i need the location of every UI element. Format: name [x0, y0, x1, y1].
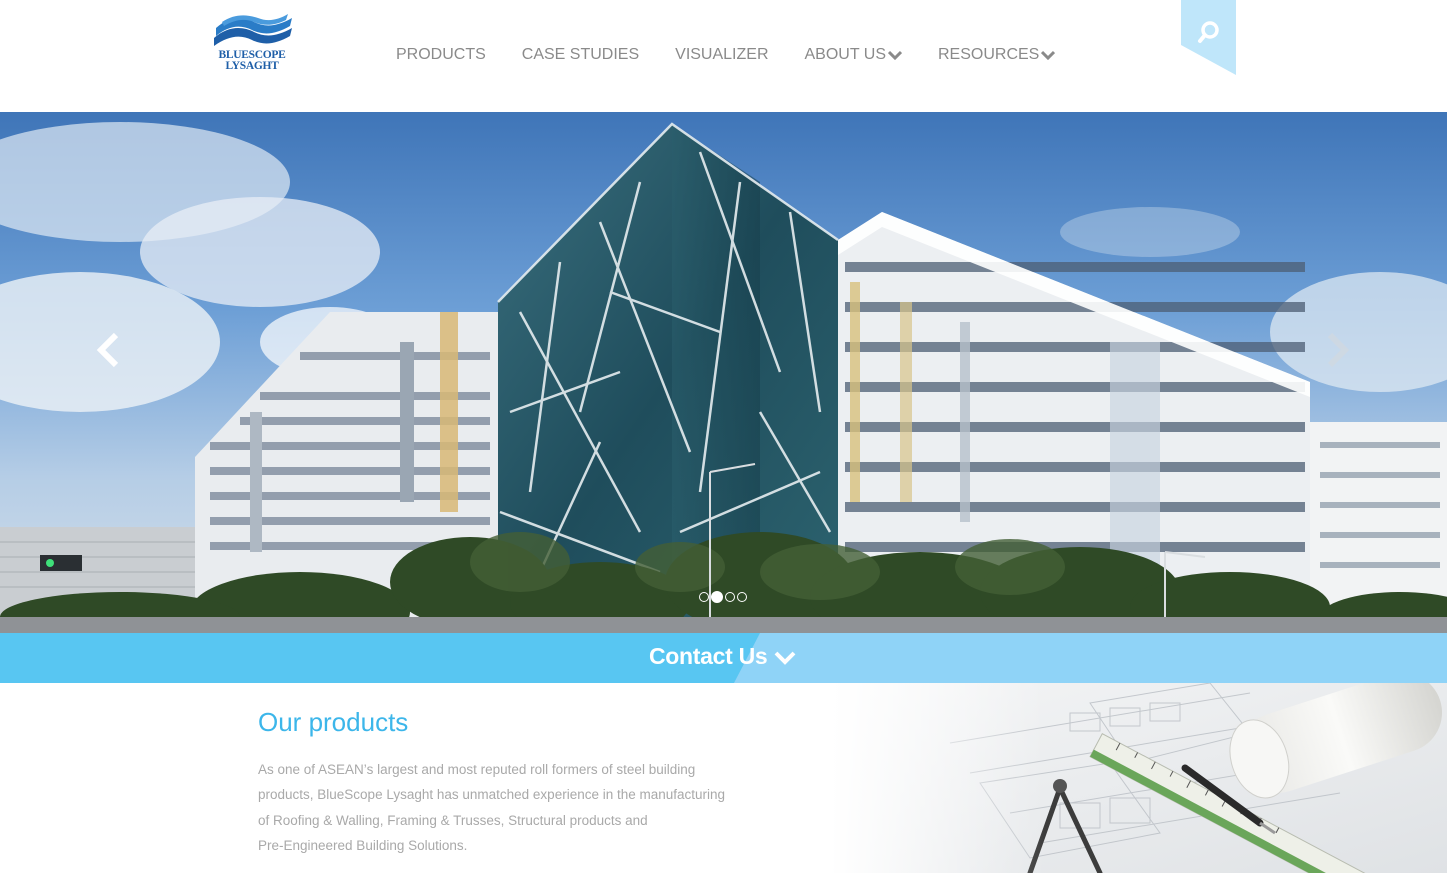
blueprint-tools-image: [830, 683, 1447, 873]
description-line: As one of ASEAN’s largest and most reput…: [258, 762, 696, 777]
products-description: As one of ASEAN’s largest and most reput…: [258, 757, 728, 859]
chevron-down-icon: [888, 50, 902, 60]
description-line: Pre-Engineered Building Solutions.: [258, 838, 468, 854]
search-tab-shape: [1181, 0, 1236, 75]
bluescope-lysaght-logo[interactable]: BLUESCOPE LYSAGHT: [212, 14, 296, 76]
slider-next-button[interactable]: [1318, 330, 1358, 370]
slider-dot[interactable]: [725, 592, 735, 602]
chevron-left-icon: [96, 332, 119, 368]
slider-pagination: [699, 591, 747, 603]
nav-item-visualizer[interactable]: VISUALIZER: [675, 44, 768, 66]
nav-item-products[interactable]: PRODUCTS: [396, 44, 486, 66]
products-section: Our products As one of ASEAN’s largest a…: [0, 683, 1447, 873]
description-line: of Roofing & Walling, Framing & Trusses,…: [258, 812, 648, 828]
hero-slider: [0, 112, 1447, 633]
hero-image-building: [0, 122, 1447, 633]
site-header: BLUESCOPE LYSAGHT PRODUCTS CASE STUDIES …: [0, 0, 1447, 112]
contact-bar-band: [0, 633, 760, 683]
nav-item-case-studies[interactable]: CASE STUDIES: [522, 44, 639, 66]
logo-wave-mark: [214, 14, 292, 46]
nav-label: CASE STUDIES: [521, 46, 640, 63]
main-nav: PRODUCTS CASE STUDIES VISUALIZER ABOUT U…: [396, 44, 1056, 66]
nav-label: PRODUCTS: [396, 46, 486, 63]
slider-prev-button[interactable]: [90, 330, 130, 370]
chevron-down-icon: [774, 651, 796, 665]
logo-line-2: LYSAGHT: [225, 60, 279, 72]
chevron-right-icon: [1327, 332, 1350, 368]
chevron-down-icon: [1041, 50, 1056, 60]
logo-wordmark: BLUESCOPE LYSAGHT: [212, 49, 292, 72]
contact-us-bar[interactable]: Contact Us: [0, 633, 1447, 683]
contact-us-label: Contact Us: [649, 643, 768, 669]
slider-dot-active[interactable]: [711, 591, 723, 603]
search-button[interactable]: [1181, 0, 1236, 75]
description-line: products, BlueScope Lysaght has unmatche…: [258, 787, 726, 803]
nav-item-resources[interactable]: RESOURCES: [938, 44, 1056, 66]
slider-dot[interactable]: [699, 592, 709, 602]
slider-dot[interactable]: [737, 592, 747, 602]
nav-label: VISUALIZER: [675, 46, 769, 63]
products-heading: Our products: [258, 707, 409, 737]
nav-item-about-us[interactable]: ABOUT US: [804, 44, 902, 66]
nav-label: RESOURCES: [938, 46, 1040, 63]
nav-label: ABOUT US: [804, 46, 887, 63]
